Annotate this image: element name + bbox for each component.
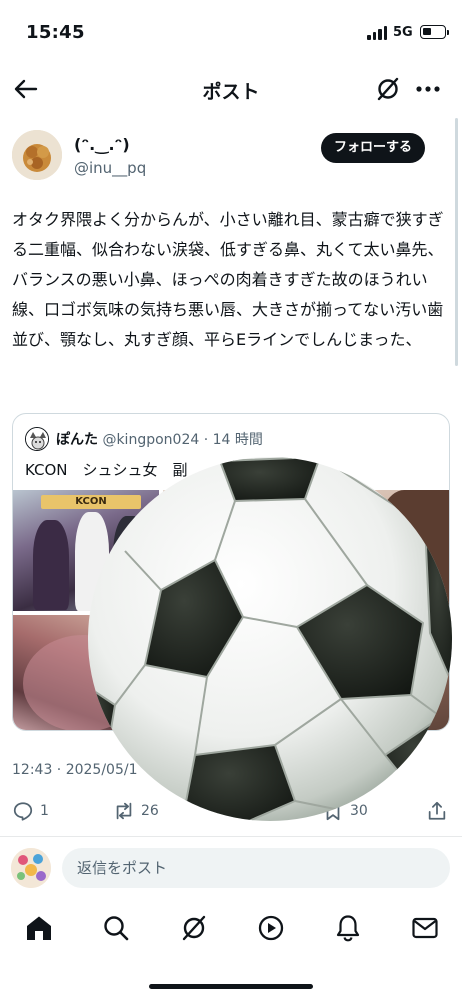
reply-count: 1 bbox=[40, 803, 49, 819]
battery-icon bbox=[420, 25, 446, 39]
network-label: 5G bbox=[393, 25, 413, 40]
scrollbar[interactable] bbox=[455, 118, 458, 366]
status-bar: 15:45 5G bbox=[0, 0, 462, 64]
quoted-time: · 14 時間 bbox=[203, 432, 263, 448]
video-icon[interactable] bbox=[256, 913, 286, 943]
status-time: 15:45 bbox=[26, 22, 85, 43]
my-avatar[interactable] bbox=[11, 848, 51, 888]
battery-tip bbox=[447, 30, 449, 35]
home-indicator bbox=[149, 984, 313, 989]
messages-icon[interactable] bbox=[410, 913, 440, 943]
quoted-meta: ぽんた @kingpon024 · 14 時間 bbox=[56, 429, 263, 449]
bottom-tab-bar bbox=[0, 905, 462, 953]
follow-button[interactable]: フォローする bbox=[321, 133, 426, 163]
notifications-icon[interactable] bbox=[333, 913, 363, 943]
search-icon[interactable] bbox=[101, 913, 131, 943]
quoted-handle: @kingpon024 bbox=[102, 432, 200, 448]
avatar-image bbox=[12, 130, 62, 180]
quoted-name: ぽんた bbox=[56, 432, 98, 448]
soccer-ball-emoji bbox=[88, 457, 452, 821]
post-text: オタク界隈よく分からんが、小さい離れ目、蒙古癖で狭すぎる二重幅、似合わない涙袋、… bbox=[12, 210, 444, 349]
author-handle[interactable]: @inu__pq bbox=[74, 159, 146, 177]
avatar[interactable] bbox=[12, 130, 62, 180]
post-header: ポスト bbox=[0, 64, 462, 114]
reply-bar: 返信をポスト bbox=[0, 845, 462, 891]
more-horizontal-icon[interactable] bbox=[414, 76, 442, 102]
home-icon[interactable] bbox=[24, 913, 54, 943]
reply-input[interactable]: 返信をポスト bbox=[62, 848, 450, 888]
divider bbox=[0, 836, 462, 837]
reply-button[interactable]: 1 bbox=[12, 799, 49, 823]
reply-icon bbox=[13, 802, 33, 821]
signal-icon bbox=[367, 26, 389, 40]
quoted-avatar bbox=[25, 427, 49, 451]
grok-icon[interactable] bbox=[375, 76, 401, 102]
author-display-name[interactable]: (ᵔ.‿.ᵔ) bbox=[74, 135, 130, 154]
post-author: (ᵔ.‿.ᵔ) @inu__pq フォローする bbox=[12, 130, 452, 186]
grok-tab-icon[interactable] bbox=[179, 913, 209, 943]
